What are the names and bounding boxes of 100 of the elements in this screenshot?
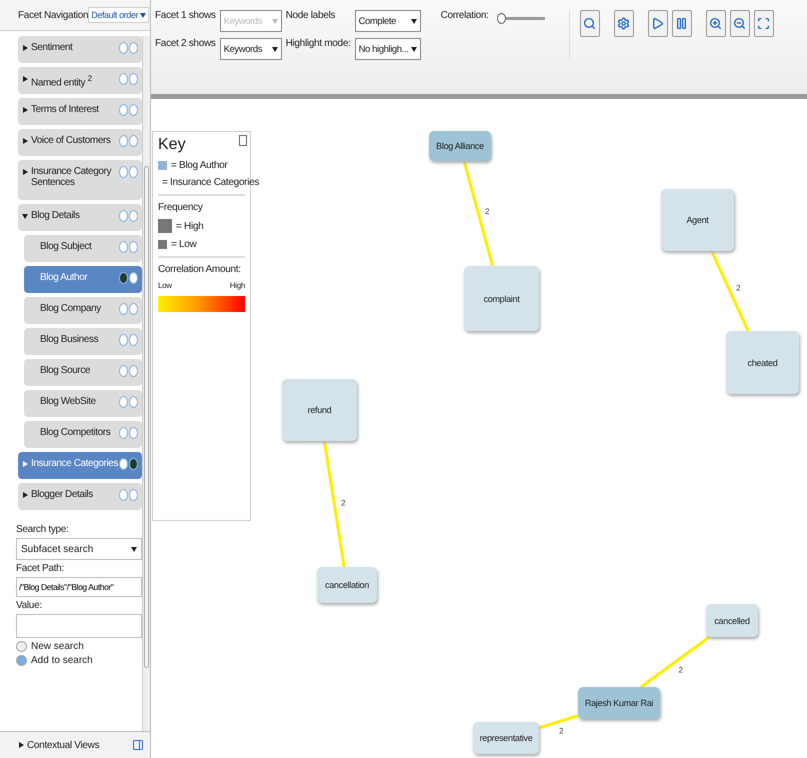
graph-edge[interactable]: [710, 250, 750, 332]
highlight-mode-select[interactable]: No highligh...: [354, 38, 421, 60]
facet-radio[interactable]: [129, 272, 138, 284]
facet-radio[interactable]: [119, 334, 128, 346]
facet-2-select[interactable]: Keywords: [220, 38, 282, 60]
field-label: Node labels: [286, 10, 336, 21]
facet-radio[interactable]: [119, 210, 128, 222]
facet-radio[interactable]: [119, 365, 128, 377]
caret-right-icon[interactable]: [22, 492, 28, 498]
facet-item[interactable]: Insurance Category Sentences: [18, 160, 142, 200]
play-button[interactable]: [648, 10, 668, 37]
facet-item[interactable]: Blog Source: [24, 359, 142, 386]
facet-radio[interactable]: [129, 427, 138, 439]
facet-item[interactable]: Terms of Interest: [18, 98, 142, 125]
graph-node[interactable]: cheated: [726, 331, 799, 394]
caret-right-icon[interactable]: [22, 169, 28, 175]
facet-radio[interactable]: [129, 241, 138, 253]
facet-radio[interactable]: [119, 396, 128, 408]
legend-swatch: [158, 219, 172, 233]
facet-radio[interactable]: [129, 334, 138, 346]
facet-radio[interactable]: [119, 427, 128, 439]
facet-item[interactable]: Blog Business: [24, 328, 142, 355]
facet-path-field[interactable]: /"Blog Details"/"Blog Author": [16, 577, 142, 597]
facet-radio[interactable]: [129, 489, 138, 501]
value-field[interactable]: [16, 614, 142, 638]
facet-radio[interactable]: [129, 210, 138, 222]
zoom-out-button[interactable]: [730, 10, 750, 37]
facet-radio[interactable]: [119, 166, 128, 178]
slider-thumb[interactable]: [496, 13, 506, 24]
facet-radio[interactable]: [119, 135, 128, 147]
facet-radio[interactable]: [129, 458, 138, 470]
caret-right-icon[interactable]: [22, 138, 28, 144]
facet-item[interactable]: Voice of Customers: [18, 129, 142, 156]
legend-label: = Blog Author: [171, 160, 228, 171]
graph-node[interactable]: complaint: [464, 266, 539, 331]
graph-node[interactable]: Rajesh Kumar Rai: [578, 687, 660, 719]
facet-radio[interactable]: [119, 42, 128, 54]
caret-right-icon[interactable]: [22, 76, 28, 82]
facet-radio[interactable]: [129, 104, 138, 116]
caret-down-icon[interactable]: [22, 213, 28, 219]
search-mode-radio[interactable]: Add to search: [16, 655, 142, 666]
field-label: Facet Path:: [16, 563, 65, 574]
user-button[interactable]: [580, 10, 600, 37]
facet-radio[interactable]: [119, 241, 128, 253]
facet-radio[interactable]: [129, 303, 138, 315]
scrollbar[interactable]: [142, 36, 150, 731]
facet-radio[interactable]: [129, 396, 138, 408]
field-label: Correlation:: [440, 10, 489, 21]
graph-node[interactable]: cancellation: [317, 567, 377, 603]
zoom-fit-button[interactable]: [754, 10, 774, 37]
facet-radio[interactable]: [119, 272, 128, 284]
graph-edge[interactable]: [462, 160, 494, 266]
facet-radio[interactable]: [129, 73, 138, 85]
caret-right-icon[interactable]: [22, 107, 28, 113]
zoom-in-button[interactable]: [706, 10, 726, 37]
graph-node[interactable]: Blog Alliance: [429, 131, 491, 161]
facet-item[interactable]: Blog WebSite: [24, 390, 142, 417]
facet-radio[interactable]: [129, 365, 138, 377]
facet-item[interactable]: Blog Details: [18, 204, 142, 231]
facet-item[interactable]: Insurance Categories: [18, 452, 142, 479]
facet-radio[interactable]: [119, 458, 128, 470]
search-icon: [583, 17, 596, 30]
facet-item[interactable]: Blogger Details: [18, 483, 142, 510]
legend-label: High: [230, 281, 245, 290]
facet-item[interactable]: Blog Subject: [24, 235, 142, 262]
sort-order-dropdown[interactable]: Default order: [88, 7, 150, 23]
facet-radio[interactable]: [119, 489, 128, 501]
legend-label: = Low: [171, 239, 196, 250]
dropdown-arrow-icon: [272, 46, 278, 52]
facet-radio[interactable]: [129, 166, 138, 178]
graph-node[interactable]: Agent: [661, 189, 734, 251]
minimize-icon[interactable]: [239, 135, 247, 146]
settings-button[interactable]: [614, 10, 634, 37]
graph-node[interactable]: representative: [473, 722, 539, 754]
graph-edge[interactable]: [538, 714, 578, 730]
facet-item[interactable]: Sentiment: [18, 36, 142, 63]
legend-heading: Frequency: [158, 202, 204, 213]
field-label: Search type:: [16, 524, 70, 535]
caret-right-icon[interactable]: [18, 742, 24, 748]
facet-item[interactable]: Blog Company: [24, 297, 142, 324]
facet-radio[interactable]: [119, 303, 128, 315]
facet-radio[interactable]: [129, 42, 138, 54]
search-mode-radio[interactable]: New search: [16, 641, 142, 652]
facet-item[interactable]: Blog Author: [24, 266, 142, 293]
graph-edge[interactable]: [640, 636, 710, 688]
zoom-out-icon: [733, 17, 746, 30]
graph-edge[interactable]: [322, 440, 346, 568]
panel-icon[interactable]: [132, 739, 144, 751]
facet-radio[interactable]: [129, 135, 138, 147]
facet-radio[interactable]: [119, 73, 128, 85]
graph-node[interactable]: cancelled: [706, 604, 758, 637]
search-type-select[interactable]: Subfacet search: [16, 538, 142, 560]
facet-radio[interactable]: [119, 104, 128, 116]
edge-label: 2: [678, 665, 683, 674]
caret-right-icon[interactable]: [22, 45, 28, 51]
node-labels-select[interactable]: Complete: [354, 10, 421, 32]
facet-item[interactable]: Blog Competitors: [24, 421, 142, 448]
graph-node[interactable]: refund: [282, 379, 357, 441]
facet-item[interactable]: Named entity $^{2}$: [18, 67, 142, 94]
pause-button[interactable]: [672, 10, 692, 37]
